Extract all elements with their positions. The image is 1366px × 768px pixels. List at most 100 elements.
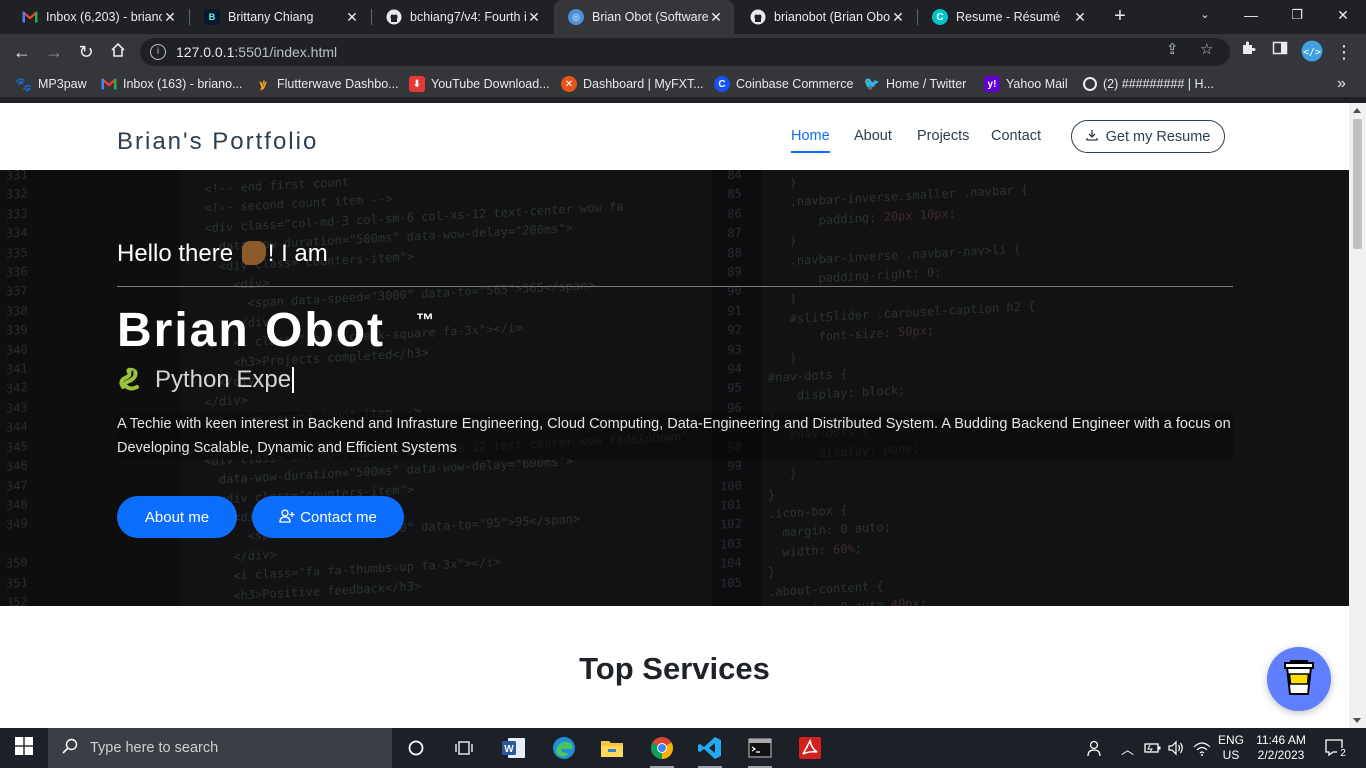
globe-icon [1083, 77, 1097, 91]
new-tab-button[interactable]: + [1108, 4, 1132, 30]
tab-title: brianobot (Brian Obot [774, 10, 890, 24]
nav-contact[interactable]: Contact [991, 128, 1041, 144]
bookmark-twitter[interactable]: 🐦 Home / Twitter [864, 76, 966, 92]
tab-brianobot-github[interactable]: brianobot (Brian Obot ✕ [736, 0, 916, 34]
taskbar-search-box[interactable]: Type here to search [48, 728, 392, 768]
browser-toolbar: ← → ↻ i 127.0.0.1:5501/index.html ⇪ ☆ </… [0, 34, 1366, 70]
tab-bchiang7-repo[interactable]: bchiang7/v4: Fourth it ✕ [372, 0, 552, 34]
restore-button[interactable]: ❐ [1274, 0, 1320, 32]
reload-icon[interactable]: ↻ [73, 39, 99, 65]
canva-icon: C [932, 9, 948, 25]
chrome-icon[interactable] [642, 732, 682, 768]
nav-home[interactable]: Home [791, 128, 830, 153]
close-window-button[interactable]: ✕ [1320, 0, 1366, 32]
scroll-down-arrow[interactable] [1353, 718, 1361, 723]
bookmark-label: Dashboard | MyFXT... [583, 77, 704, 91]
nav-about[interactable]: About [854, 128, 892, 144]
hero-typed-role: Python Expe [117, 366, 295, 394]
task-view-icon[interactable] [444, 732, 484, 764]
site-info-icon[interactable]: i [150, 44, 166, 60]
language-indicator[interactable]: ENG US [1218, 728, 1244, 768]
battery-icon[interactable] [1144, 728, 1162, 768]
back-icon[interactable]: ← [9, 39, 35, 65]
minimize-button[interactable]: — [1228, 0, 1274, 32]
cortana-icon[interactable] [396, 732, 436, 764]
close-tab-icon[interactable]: ✕ [708, 9, 724, 26]
edge-icon[interactable] [544, 732, 584, 764]
people-icon[interactable] [1084, 728, 1102, 768]
bookmarks-bar: 🐾 MP3paw Inbox (163) - briano... ꝟ Flutter… [0, 70, 1366, 98]
bookmark-youtube-download[interactable]: ⬇ YouTube Download... [409, 76, 550, 92]
bookmark-unnamed[interactable]: (2) ######### | H... [1083, 76, 1214, 92]
user-plus-icon [279, 508, 295, 526]
file-explorer-icon[interactable] [592, 732, 632, 764]
close-tab-icon[interactable]: ✕ [890, 9, 906, 26]
coinbase-icon: C [714, 76, 730, 92]
close-tab-icon[interactable]: ✕ [1072, 9, 1088, 26]
clock[interactable]: 11:46 AM 2/2/2023 [1255, 728, 1307, 768]
scrollbar-thumb[interactable] [1353, 119, 1362, 249]
tab-search-icon[interactable]: ⌄ [1182, 0, 1228, 32]
get-resume-button[interactable]: Get my Resume [1071, 120, 1225, 153]
tab-brian-obot[interactable]: ◎ Brian Obot (Software E ✕ [554, 0, 734, 34]
bookmark-coinbase[interactable]: C Coinbase Commerce [714, 76, 853, 92]
yahoo-icon: y! [984, 76, 1000, 92]
address-bar[interactable]: i 127.0.0.1:5501/index.html [140, 38, 1230, 66]
bookmark-label: MP3paw [38, 77, 87, 91]
close-tab-icon[interactable]: ✕ [162, 9, 178, 26]
acrobat-icon[interactable] [790, 732, 830, 764]
about-me-button[interactable]: About me [117, 496, 237, 538]
language-code: ENG [1218, 733, 1245, 747]
start-button[interactable] [0, 728, 48, 768]
greeting-text-end: ! I am [267, 240, 328, 267]
bookmark-myfx[interactable]: ✕ Dashboard | MyFXT... [561, 76, 704, 92]
extensions-icon[interactable] [1236, 40, 1260, 64]
word-icon[interactable]: W [494, 732, 534, 764]
waving-hand-icon [241, 241, 266, 265]
buy-me-coffee-button[interactable] [1267, 647, 1331, 711]
menu-icon[interactable]: ⋮ [1332, 40, 1356, 64]
page-scrollbar[interactable] [1349, 103, 1366, 728]
terminal-icon[interactable] [740, 732, 780, 768]
vscode-icon[interactable] [690, 732, 730, 768]
notification-count: 2 [1337, 748, 1349, 760]
contact-me-button[interactable]: Contact me [252, 496, 404, 538]
bookmark-yahoo[interactable]: y! Yahoo Mail [984, 76, 1068, 92]
bookmark-mp3paw[interactable]: 🐾 MP3paw [15, 76, 87, 92]
bookmark-gmail[interactable]: Inbox (163) - briano... [101, 76, 243, 92]
show-hidden-icons-icon[interactable]: ︿ [1121, 728, 1134, 768]
bookmark-star-icon[interactable]: ☆ [1200, 40, 1213, 58]
bookmark-flutterwave[interactable]: ꝟ Flutterwave Dashbo... [255, 76, 399, 92]
forward-icon[interactable]: → [41, 39, 67, 65]
bookmarks-overflow-button[interactable]: » [1337, 75, 1346, 92]
tab-resume[interactable]: C Resume - Résumé ✕ [918, 0, 1098, 34]
about-me-label: About me [144, 508, 210, 526]
site-brand[interactable]: Brian's Portfolio [117, 128, 318, 156]
share-icon[interactable]: ⇪ [1166, 40, 1179, 58]
trademark-symbol: ™ [416, 310, 434, 330]
notifications-icon[interactable]: 2 [1323, 728, 1349, 768]
gmail-icon [22, 9, 38, 25]
tab-title: Inbox (6,203) - brianob [46, 10, 162, 24]
home-icon[interactable] [105, 39, 131, 65]
clock-time: 11:46 AM [1256, 733, 1306, 747]
tab-title: Brian Obot (Software E [592, 10, 708, 24]
nav-projects[interactable]: Projects [917, 128, 969, 144]
tab-gmail-inbox[interactable]: Inbox (6,203) - brianob ✕ [8, 0, 188, 34]
close-tab-icon[interactable]: ✕ [526, 9, 542, 26]
coffee-cup-icon [1284, 658, 1314, 701]
bookmark-label: Inbox (163) - briano... [123, 77, 243, 91]
clock-date: 2/2/2023 [1257, 748, 1305, 762]
bookmark-label: Yahoo Mail [1006, 77, 1068, 91]
snake-icon [117, 367, 143, 393]
volume-icon[interactable] [1167, 728, 1185, 768]
scroll-up-arrow[interactable] [1353, 108, 1361, 113]
tab-brittany-chiang[interactable]: B Brittany Chiang ✕ [190, 0, 370, 34]
wifi-icon[interactable] [1193, 728, 1211, 768]
side-panel-icon[interactable] [1268, 40, 1292, 64]
close-tab-icon[interactable]: ✕ [344, 9, 360, 26]
hero-description: A Techie with keen interest in Backend a… [117, 412, 1233, 460]
get-resume-label: Get my Resume [1105, 128, 1211, 145]
hero-name: Brian Obot [117, 304, 385, 357]
live-server-icon[interactable]: </> [1300, 40, 1324, 64]
